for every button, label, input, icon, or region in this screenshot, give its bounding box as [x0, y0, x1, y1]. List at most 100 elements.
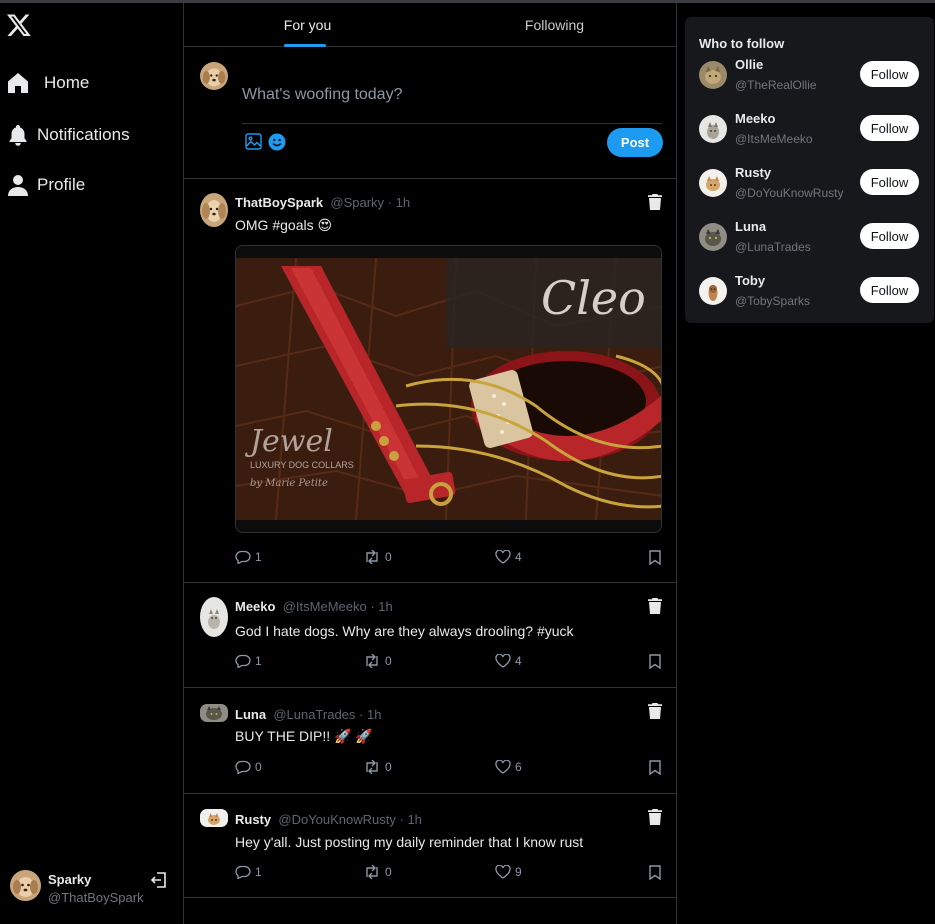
- suggestion-handle: @TobySparks: [735, 294, 810, 308]
- follow-suggestion[interactable]: Meeko @ItsMeMeeko Follow: [699, 111, 921, 151]
- reply-button[interactable]: 1: [235, 550, 262, 564]
- post-text: OMG #goals 😍: [235, 217, 333, 233]
- post-text: Hey y'all. Just posting my daily reminde…: [235, 834, 584, 850]
- post-composer: Post: [184, 47, 676, 179]
- bookmark-button[interactable]: [649, 550, 661, 565]
- like-button[interactable]: 4: [495, 550, 522, 564]
- account-handle: @ThatBoySpark: [48, 890, 144, 905]
- tab-for-you[interactable]: For you: [184, 3, 431, 47]
- post-author-handle: @LunaTrades · 1h: [273, 707, 382, 722]
- repost-count: 0: [385, 865, 392, 879]
- heart-icon: [495, 760, 511, 774]
- emoji-icon[interactable]: [268, 133, 286, 151]
- post-header: Luna @LunaTrades · 1h: [235, 707, 381, 722]
- image-icon[interactable]: [245, 133, 262, 150]
- reply-count: 1: [255, 654, 262, 668]
- tab-following[interactable]: Following: [431, 3, 678, 47]
- post-text: BUY THE DIP!! 🚀 🚀: [235, 728, 373, 744]
- bookmark-button[interactable]: [649, 654, 661, 669]
- post-image[interactable]: Cleo Jewel LUXURY DOG COLLARS by Marie P…: [235, 245, 662, 533]
- reply-icon: [235, 865, 251, 879]
- follow-button[interactable]: Follow: [860, 169, 919, 195]
- follow-suggestion[interactable]: Toby @TobySparks Follow: [699, 273, 921, 313]
- reply-button[interactable]: 1: [235, 654, 262, 668]
- follow-button[interactable]: Follow: [860, 277, 919, 303]
- repost-button[interactable]: 0: [363, 654, 392, 668]
- avatar: [200, 809, 228, 827]
- like-button[interactable]: 4: [495, 654, 522, 668]
- panel-title: Who to follow: [699, 36, 785, 51]
- avatar: [699, 61, 727, 89]
- image-subtitle-text: LUXURY DOG COLLARS: [250, 460, 354, 470]
- post[interactable]: ThatBoySpark @Sparky · 1h OMG #goals 😍 C…: [184, 179, 676, 583]
- compose-input[interactable]: [242, 66, 662, 124]
- handle-text: @DoYouKnowRusty: [278, 812, 396, 827]
- follow-suggestion[interactable]: Rusty @DoYouKnowRusty Follow: [699, 165, 921, 205]
- account-name: Sparky: [48, 872, 92, 887]
- like-count: 6: [515, 760, 522, 774]
- bookmark-button[interactable]: [649, 865, 661, 880]
- logout-icon[interactable]: [150, 871, 168, 889]
- like-button[interactable]: 9: [495, 865, 522, 879]
- sidebar-item-notifications[interactable]: Notifications: [6, 120, 130, 150]
- post-author-handle: @Sparky · 1h: [330, 195, 411, 210]
- bookmark-icon: [649, 550, 661, 565]
- post-header: Meeko @ItsMeMeeko · 1h: [235, 599, 393, 614]
- repost-button[interactable]: 0: [363, 550, 392, 564]
- follow-button[interactable]: Follow: [860, 115, 919, 141]
- avatar: [10, 870, 41, 901]
- repost-button[interactable]: 0: [363, 760, 392, 774]
- avatar: [200, 597, 228, 637]
- like-button[interactable]: 6: [495, 760, 522, 774]
- post-author-name[interactable]: Rusty: [235, 812, 271, 827]
- home-icon: [6, 71, 30, 95]
- account-switcher[interactable]: Sparky @ThatBoySpark: [10, 867, 180, 907]
- reply-button[interactable]: 1: [235, 865, 262, 879]
- sidebar-item-home[interactable]: Home: [6, 68, 89, 98]
- post[interactable]: Rusty @DoYouKnowRusty · 1h Hey y'all. Ju…: [184, 794, 676, 898]
- post[interactable]: Meeko @ItsMeMeeko · 1h God I hate dogs. …: [184, 583, 676, 688]
- bell-icon: [6, 123, 30, 147]
- image-brand-text: Cleo: [541, 271, 646, 325]
- follow-button[interactable]: Follow: [860, 223, 919, 249]
- reply-count: 1: [255, 865, 262, 879]
- like-count: 4: [515, 654, 522, 668]
- post-author-name[interactable]: ThatBoySpark: [235, 195, 323, 210]
- tab-label: Following: [524, 17, 585, 33]
- bookmark-icon: [649, 760, 661, 775]
- avatar: [699, 169, 727, 197]
- post-button[interactable]: Post: [607, 128, 663, 157]
- post-author-name[interactable]: Luna: [235, 707, 266, 722]
- trash-icon[interactable]: [648, 809, 662, 825]
- post-time: 1h: [378, 599, 393, 614]
- repost-button[interactable]: 0: [363, 865, 392, 879]
- post-author-name[interactable]: Meeko: [235, 599, 275, 614]
- reply-button[interactable]: 0: [235, 760, 262, 774]
- heart-icon: [495, 550, 511, 564]
- post-actions: 1 0 9: [235, 865, 665, 883]
- repost-count: 0: [385, 654, 392, 668]
- post[interactable]: Luna @LunaTrades · 1h BUY THE DIP!! 🚀 🚀 …: [184, 688, 676, 794]
- post-time: 1h: [407, 812, 422, 827]
- bookmark-button[interactable]: [649, 760, 661, 775]
- avatar: [699, 223, 727, 251]
- trash-icon[interactable]: [648, 194, 662, 210]
- sidebar-item-profile[interactable]: Profile: [6, 170, 85, 200]
- repost-icon: [366, 654, 378, 668]
- suggestion-name: Toby: [735, 273, 766, 288]
- post-text: God I hate dogs. Why are they always dro…: [235, 623, 574, 639]
- repost-count: 0: [385, 550, 392, 564]
- post-header: ThatBoySpark @Sparky · 1h: [235, 195, 410, 210]
- x-logo-icon[interactable]: [6, 12, 32, 38]
- timeline: For you Following Post ThatBoySpark @Spa…: [183, 3, 677, 924]
- follow-button[interactable]: Follow: [860, 61, 919, 87]
- image-byline-text: by Marie Petite: [250, 478, 328, 489]
- follow-suggestion[interactable]: Ollie @TheRealOllie Follow: [699, 57, 921, 97]
- suggestion-name: Rusty: [735, 165, 772, 180]
- post-author-handle: @DoYouKnowRusty · 1h: [278, 812, 422, 827]
- avatar: [200, 193, 228, 229]
- follow-suggestion[interactable]: Luna @LunaTrades Follow: [699, 219, 921, 259]
- trash-icon[interactable]: [648, 703, 662, 719]
- trash-icon[interactable]: [648, 598, 662, 614]
- handle-text: @LunaTrades: [273, 707, 356, 722]
